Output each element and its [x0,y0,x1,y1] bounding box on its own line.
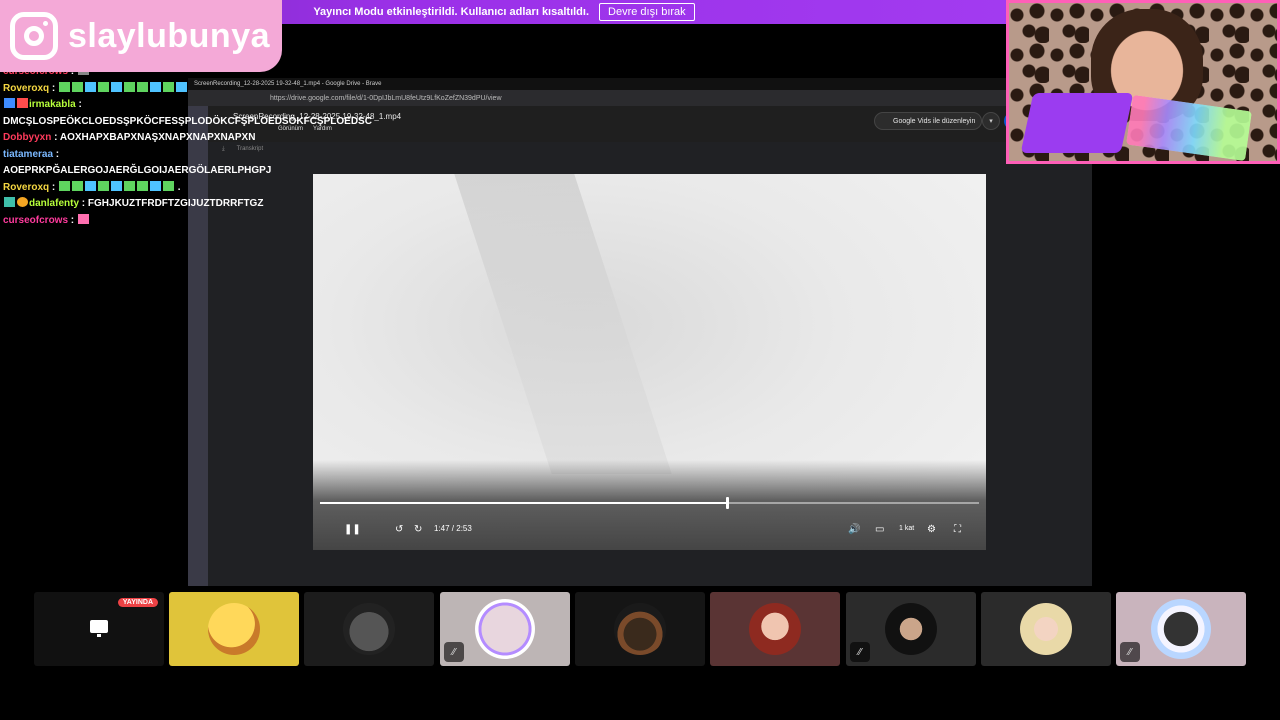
participant-tile[interactable] [981,592,1111,666]
screen-share-icon [90,620,108,637]
chat-text: . [177,181,181,193]
emote-icon [124,81,136,92]
chat-overlay: curseofcrows : Roveroxq : irmakabla : DM… [0,64,372,230]
streamer-logo: slaylubunya [0,0,282,72]
muted-mic-icon: ⁄⁄ [444,642,464,662]
chat-text: DMCŞLOSPEÖKCLOEDSŞPKÖCFESŞPLODÖKCFŞPLOED… [3,115,372,127]
emote-icon [111,81,123,92]
emote-icon [85,180,97,191]
chat-message: Dobbyyxn : AOXHAPXBAPXNAŞXNAPXNAPXNAPXN [3,132,256,143]
emote-icon [124,180,136,191]
streamer-mode-text: Yayıncı Modu etkinleştirildi. Kullanıcı … [313,6,590,18]
volume-icon[interactable]: 🔊 [848,524,860,535]
time-display: 1:47 / 2:53 [434,524,472,533]
progress-bar[interactable] [320,497,979,509]
browser-title-bar: ScreenRecording_12-28-2025 19-32-48_1.mp… [188,78,1008,90]
emote-icon [150,81,162,92]
avatar [885,603,937,655]
chat-message: danlafenty : FGHJKUZTFRDFTZGIJUZTDRRFTGZ [3,196,300,213]
chat-text: FGHJKUZTFRDFTZGIJUZTDRRFTGZ [87,198,264,209]
url-text: https://drive.google.com/file/d/1-0DpIJb… [270,94,502,102]
progress-handle[interactable] [726,497,730,509]
chat-username: Roveroxq [3,82,50,94]
emote-icon [98,180,110,191]
duration: 2:53 [456,524,472,533]
emote-icon [98,81,110,92]
video-player[interactable]: ❚❚ ↺ ↻ 1:47 / 2:53 🔊 ▭ 1 kat ⚙ ⛶ [313,174,986,550]
fullscreen-icon[interactable]: ⛶ [954,524,961,535]
chat-message: curseofcrows : [3,213,300,230]
avatar [1020,603,1072,655]
participant-tile[interactable] [575,592,705,666]
instagram-handle: slaylubunya [68,16,271,55]
webcam-feed [1006,0,1280,164]
chat-username: Dobbyyxn [3,132,52,143]
participant-tile[interactable]: ⁄⁄ [846,592,976,666]
chat-username: irmakabla [29,99,76,110]
chat-message: irmakabla : [3,97,300,114]
avatar [208,603,260,655]
avatar [343,603,395,655]
avatar [475,599,535,659]
pause-icon[interactable]: ❚❚ [344,524,361,535]
disable-streamer-mode-button[interactable]: Devre dışı bırak [599,3,695,21]
rewind-10-icon[interactable]: ↺ [395,524,403,535]
google-vids-button[interactable]: Google Vids ile düzenleyin [874,112,982,130]
chat-text: AOXHAPXBAPXNAŞXNAPXNAPXNAPXN [59,132,256,143]
drive-subbar: ⤓ Transkript [208,142,1092,156]
emote-icon [72,81,84,92]
muted-mic-icon: ⁄⁄ [850,642,870,662]
video-frame [454,174,672,474]
instagram-icon [10,12,58,60]
mousepad [1020,93,1134,153]
participant-tile-screen-share[interactable]: YAYINDA [34,592,164,666]
badge-icon [17,98,28,108]
emote-icon [59,81,71,92]
google-vids-label: Google Vids ile düzenleyin [893,117,976,125]
emote-icon [150,180,162,191]
playback-speed[interactable]: 1 kat [899,525,914,532]
chat-text: AOEPRKPĞALERGOJAERĞLGOIJAERGÖLAERLPHGPJ [3,165,272,176]
emote-icon [176,81,188,92]
emote-icon [72,180,84,191]
avatar [1151,599,1211,659]
badge-icon [4,98,15,108]
forward-10-icon[interactable]: ↻ [414,524,422,535]
chat-message: Roveroxq : . [3,180,181,193]
emote-icon [137,81,149,92]
emote-icon [59,180,71,191]
participant-tile[interactable] [710,592,840,666]
avatar [614,603,666,655]
chat-username: Roveroxq [3,181,50,193]
participant-tile[interactable] [169,592,299,666]
participant-tile[interactable] [304,592,434,666]
badge-icon [17,197,28,207]
emote-icon [77,213,89,224]
emote-icon [163,180,175,191]
chat-username: tiatameraa [3,148,54,160]
captions-icon[interactable]: ▭ [875,524,884,535]
emote-icon [111,180,123,191]
emote-icon [85,81,97,92]
emote-icon [163,81,175,92]
dropdown-icon[interactable]: ▾ [982,112,1000,130]
emote-icon [137,180,149,191]
settings-icon[interactable]: ⚙ [927,524,936,535]
avatar [749,603,801,655]
progress-fill [320,502,728,504]
chat-username: curseofcrows [3,214,69,226]
participant-tile[interactable]: ⁄⁄ [440,592,570,666]
muted-mic-icon: ⁄⁄ [1120,642,1140,662]
address-bar[interactable]: https://drive.google.com/file/d/1-0DpIJb… [188,90,1008,106]
chat-message: tiatameraa : [3,148,60,160]
chat-username: danlafenty [29,198,80,209]
badge-icon [4,197,15,207]
player-controls [313,460,986,550]
current-time: 1:47 [434,524,450,533]
chat-message: Roveroxq : [3,81,300,98]
participant-tile[interactable]: ⁄⁄ [1116,592,1246,666]
live-badge: YAYINDA [117,598,158,607]
